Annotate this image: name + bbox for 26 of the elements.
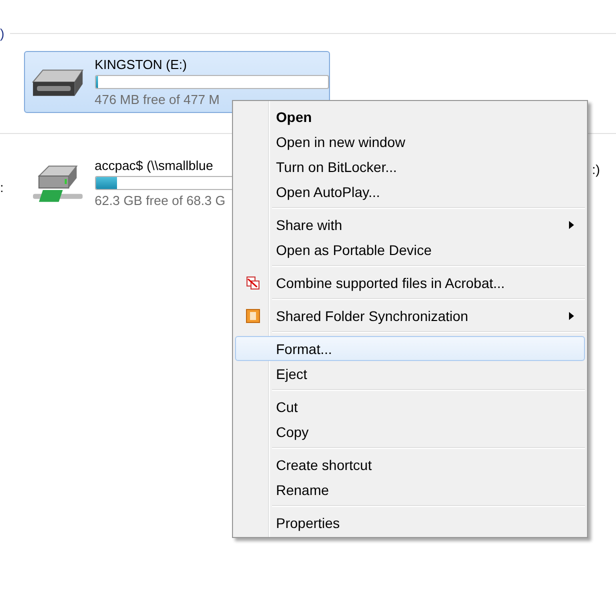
- pdf-icon: [246, 276, 260, 290]
- free-space: 62.3 GB free of 68.3 G: [94, 193, 226, 208]
- drive-name: :): [592, 162, 600, 177]
- menu-item[interactable]: Share with: [235, 212, 585, 237]
- menu-item[interactable]: Rename: [235, 477, 585, 502]
- submenu-arrow-icon: [569, 220, 574, 228]
- free-space: 476 MB free of 477 M: [94, 92, 220, 107]
- drive-name: accpac$ (\\smallblue: [94, 158, 214, 173]
- menu-item[interactable]: Eject: [235, 361, 585, 386]
- menu-item[interactable]: Turn on BitLocker...: [235, 154, 585, 179]
- drive-name: KINGSTON (E:): [94, 57, 187, 72]
- menu-item[interactable]: Create shortcut: [235, 452, 585, 477]
- section-header: ): [0, 26, 4, 41]
- menu-item[interactable]: Cut: [235, 394, 585, 419]
- menu-item[interactable]: Open as Portable Device: [235, 237, 585, 262]
- partial-label: :: [0, 180, 4, 195]
- menu-item[interactable]: Shared Folder Synchronization: [235, 303, 585, 328]
- menu-item[interactable]: Properties: [235, 510, 585, 535]
- sync-app-icon: [246, 308, 260, 322]
- submenu-arrow-icon: [569, 312, 574, 320]
- menu-item[interactable]: Open AutoPlay...: [235, 179, 585, 204]
- menu-item[interactable]: Open in new window: [235, 129, 585, 154]
- menu-item[interactable]: Format...: [235, 336, 585, 361]
- menu-item[interactable]: Combine supported files in Acrobat...: [235, 270, 585, 295]
- drive-tile[interactable]: KINGSTON (E:) 476 MB free of 477 M: [24, 51, 330, 113]
- menu-item[interactable]: Copy: [235, 419, 585, 444]
